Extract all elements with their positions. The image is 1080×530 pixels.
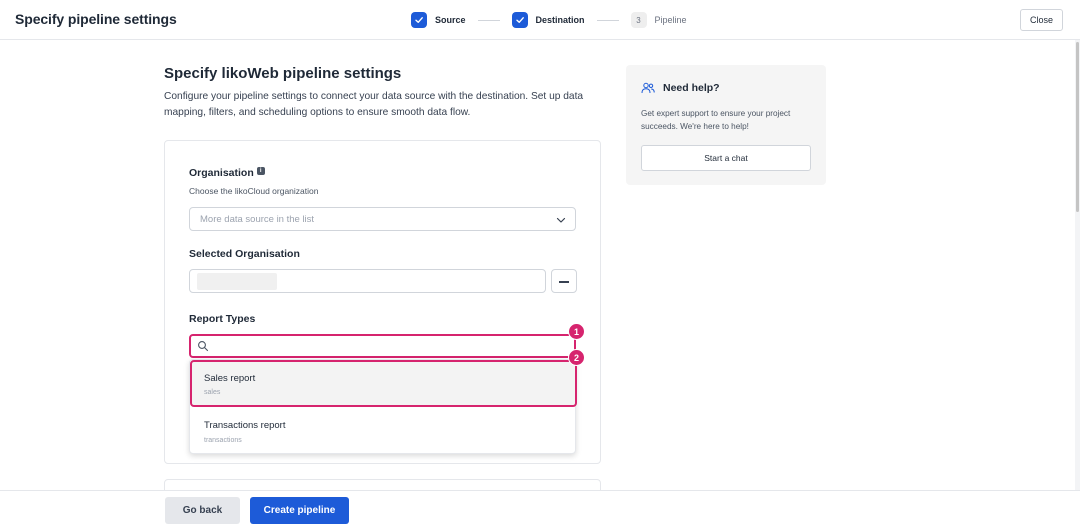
chevron-down-icon bbox=[556, 217, 566, 223]
page-description: Configure your pipeline settings to conn… bbox=[164, 91, 584, 118]
step-label: Pipeline bbox=[654, 15, 687, 25]
option-subtitle: transactions bbox=[204, 437, 242, 444]
progress-stepper: Source Destination 3 Pipeline bbox=[411, 11, 687, 29]
selected-organisation-field[interactable] bbox=[189, 269, 546, 293]
organisation-hint: Choose the likoCloud organization bbox=[189, 186, 319, 196]
check-icon bbox=[511, 12, 528, 28]
report-types-dropdown: Sales report sales Transactions report t… bbox=[189, 359, 577, 455]
report-option-transactions[interactable]: Transactions report transactions bbox=[190, 408, 577, 455]
option-title: Sales report bbox=[204, 373, 256, 384]
info-icon[interactable]: i bbox=[256, 167, 265, 175]
report-types-search-input[interactable] bbox=[189, 334, 576, 358]
option-subtitle: sales bbox=[204, 389, 221, 396]
report-option-sales[interactable]: Sales report sales bbox=[190, 360, 577, 407]
redacted-value bbox=[197, 273, 277, 290]
step-destination[interactable]: Destination bbox=[511, 12, 585, 28]
organisation-select[interactable]: More data source in the list bbox=[189, 207, 576, 231]
selected-organisation-label: Selected Organisation bbox=[189, 248, 300, 260]
users-icon bbox=[641, 82, 655, 94]
option-title: Transactions report bbox=[204, 420, 286, 431]
footer-bar bbox=[0, 490, 1080, 530]
remove-organisation-button[interactable] bbox=[551, 269, 577, 293]
help-text: Get expert support to ensure your projec… bbox=[641, 109, 791, 131]
annotation-badge-1: 1 bbox=[568, 323, 585, 340]
page-title: Specify likoWeb pipeline settings bbox=[164, 65, 402, 82]
step-number: 3 bbox=[630, 12, 647, 28]
check-icon bbox=[411, 12, 427, 28]
step-source[interactable]: Source bbox=[411, 12, 466, 28]
start-chat-button[interactable]: Start a chat bbox=[641, 145, 811, 171]
step-connector bbox=[477, 19, 500, 21]
step-label: Destination bbox=[535, 15, 585, 25]
annotation-badge-2: 2 bbox=[568, 349, 585, 366]
organisation-label-text: Organisation bbox=[189, 167, 254, 179]
step-pipeline[interactable]: 3 Pipeline bbox=[630, 12, 687, 28]
top-bar: Specify pipeline settings Source Destina… bbox=[0, 0, 1080, 40]
scrollbar[interactable] bbox=[1075, 40, 1080, 490]
report-types-label: Report Types bbox=[189, 313, 256, 325]
organisation-select-placeholder: More data source in the list bbox=[200, 214, 315, 225]
search-icon bbox=[198, 341, 209, 352]
create-pipeline-button[interactable]: Create pipeline bbox=[250, 497, 349, 524]
step-connector bbox=[596, 19, 619, 21]
app-title: Specify pipeline settings bbox=[15, 11, 177, 27]
scrollbar-thumb[interactable] bbox=[1076, 42, 1079, 212]
step-label: Source bbox=[435, 15, 466, 25]
go-back-button[interactable]: Go back bbox=[165, 497, 240, 524]
organisation-label: Organisation i bbox=[189, 167, 265, 179]
help-title: Need help? bbox=[663, 82, 720, 94]
close-button[interactable]: Close bbox=[1020, 9, 1063, 31]
help-panel: Need help? Get expert support to ensure … bbox=[626, 65, 826, 185]
